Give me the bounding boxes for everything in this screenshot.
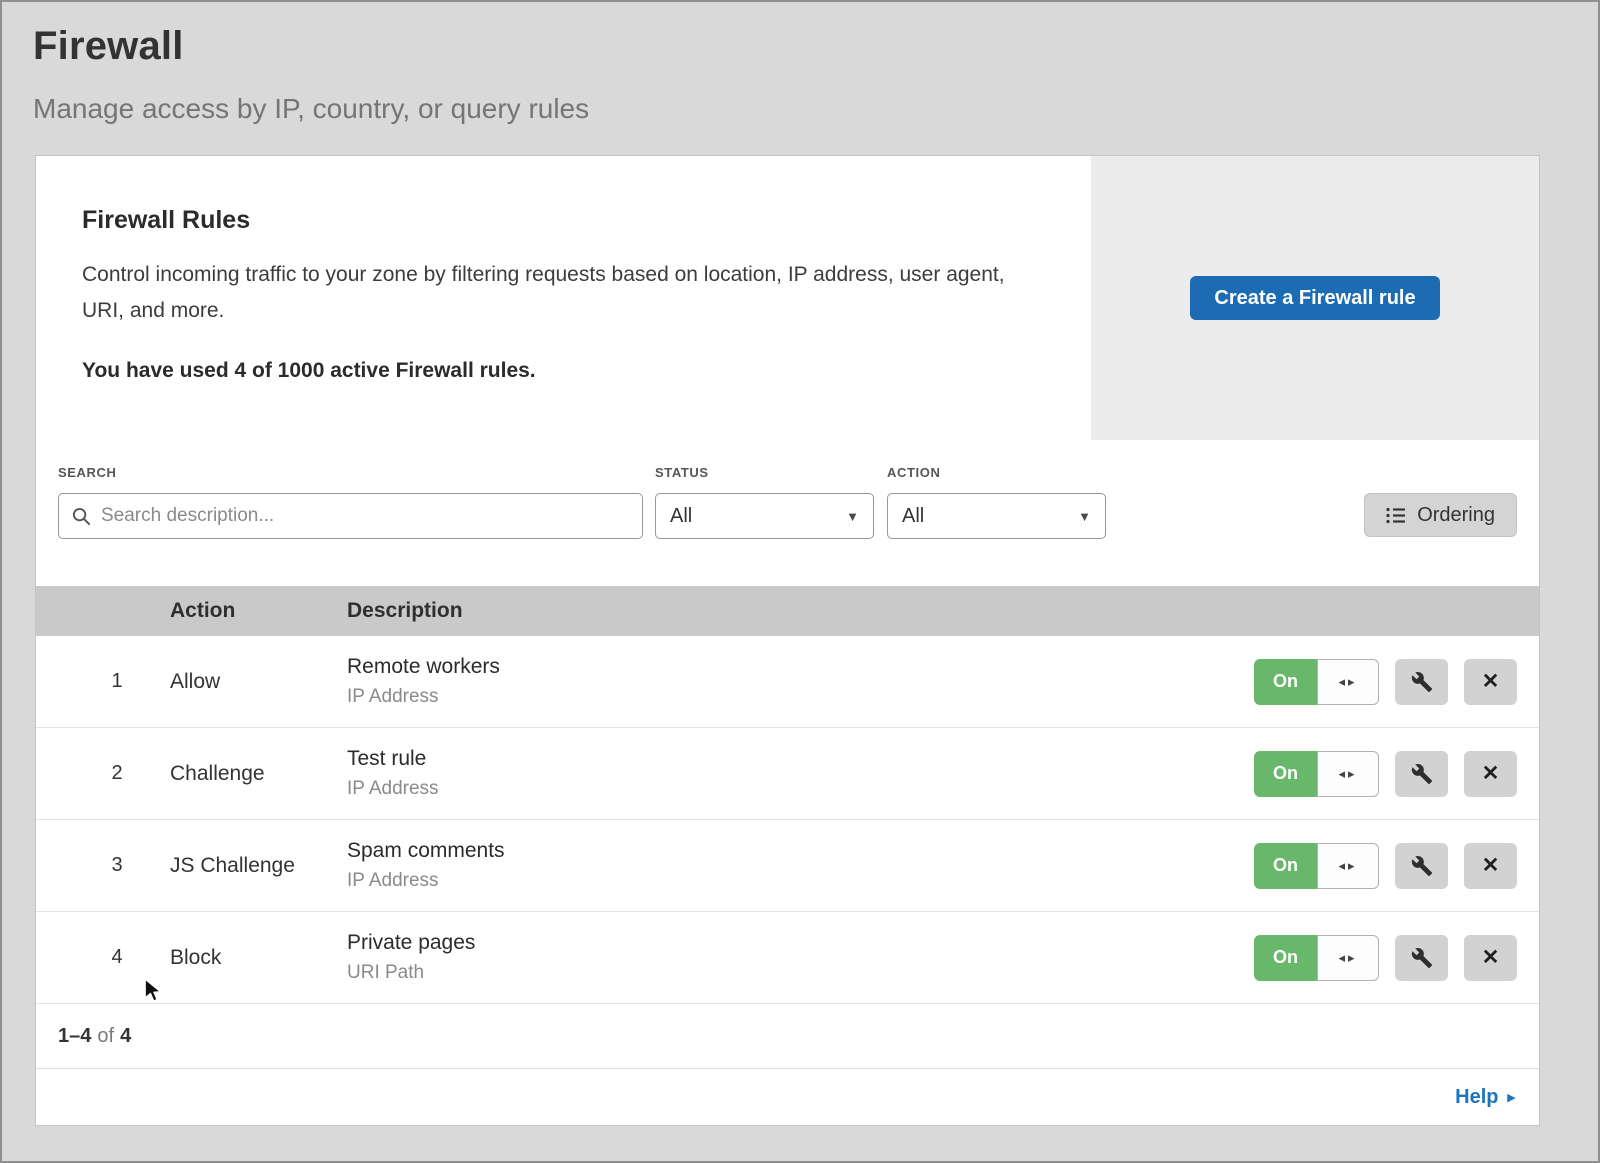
action-select-value: All <box>902 505 924 528</box>
firewall-rules-card: Firewall Rules Control incoming traffic … <box>35 155 1540 1126</box>
table-row: 1 Allow Remote workers IP Address On ◂▸ … <box>36 636 1539 728</box>
chevron-down-icon: ▼ <box>1078 509 1091 524</box>
rule-controls: On ◂▸ ✕ <box>1254 751 1517 797</box>
page-subtitle: Manage access by IP, country, or query r… <box>33 93 1598 125</box>
rule-controls: On ◂▸ ✕ <box>1254 659 1517 705</box>
filters-bar: SEARCH STATUS All ▼ ACTION <box>36 440 1539 586</box>
rule-enabled-toggle[interactable]: On ◂▸ <box>1254 843 1379 889</box>
status-label: STATUS <box>655 465 874 480</box>
help-link[interactable]: Help ▸ <box>1455 1086 1515 1109</box>
rule-description-cell: Private pages URI Path <box>347 931 1254 984</box>
status-select[interactable]: All ▼ <box>655 493 874 539</box>
pagination: 1–4 of 4 <box>36 1004 1539 1069</box>
table-header: Action Description <box>36 586 1539 636</box>
rule-priority: 3 <box>36 854 170 877</box>
delete-rule-button[interactable]: ✕ <box>1464 843 1517 889</box>
rule-description-cell: Remote workers IP Address <box>347 655 1254 708</box>
rule-enabled-toggle[interactable]: On ◂▸ <box>1254 751 1379 797</box>
rule-controls: On ◂▸ ✕ <box>1254 935 1517 981</box>
toggle-on-label: On <box>1254 843 1317 889</box>
rule-action: JS Challenge <box>170 854 347 878</box>
close-icon: ✕ <box>1482 669 1500 694</box>
edit-rule-button[interactable] <box>1395 843 1448 889</box>
close-icon: ✕ <box>1482 945 1500 970</box>
search-label: SEARCH <box>58 465 643 480</box>
search-box[interactable] <box>58 493 643 539</box>
delete-rule-button[interactable]: ✕ <box>1464 659 1517 705</box>
table-row: 2 Challenge Test rule IP Address On ◂▸ ✕ <box>36 728 1539 820</box>
search-filter-group: SEARCH <box>58 465 643 539</box>
rule-priority: 2 <box>36 762 170 785</box>
ordering-button[interactable]: Ordering <box>1364 493 1517 537</box>
overview-usage-note: You have used 4 of 1000 active Firewall … <box>82 359 1031 383</box>
rule-priority: 4 <box>36 946 170 969</box>
rule-description: Private pages <box>347 931 1254 955</box>
rule-action: Block <box>170 946 347 970</box>
ordering-button-label: Ordering <box>1417 504 1495 527</box>
toggle-on-label: On <box>1254 659 1317 705</box>
overview-description: Control incoming traffic to your zone by… <box>82 257 1027 329</box>
rule-enabled-toggle[interactable]: On ◂▸ <box>1254 659 1379 705</box>
chevron-right-icon: ▸ <box>1507 1088 1515 1106</box>
overview-text: Firewall Rules Control incoming traffic … <box>36 156 1091 440</box>
pagination-range: 1–4 <box>58 1025 91 1048</box>
delete-rule-button[interactable]: ✕ <box>1464 935 1517 981</box>
rule-match-type: IP Address <box>347 870 1254 892</box>
page-header: Firewall Manage access by IP, country, o… <box>2 2 1598 125</box>
toggle-knob-arrows-icon: ◂▸ <box>1317 935 1379 981</box>
toggle-knob-arrows-icon: ◂▸ <box>1317 659 1379 705</box>
pagination-of: of <box>97 1025 114 1048</box>
firewall-page: Firewall Manage access by IP, country, o… <box>0 0 1600 1163</box>
edit-rule-button[interactable] <box>1395 659 1448 705</box>
search-icon <box>72 507 91 526</box>
toggle-on-label: On <box>1254 935 1317 981</box>
pagination-total: 4 <box>120 1025 131 1048</box>
toggle-on-label: On <box>1254 751 1317 797</box>
edit-rule-button[interactable] <box>1395 935 1448 981</box>
overview-action-panel: Create a Firewall rule <box>1091 156 1539 440</box>
rule-match-type: IP Address <box>347 686 1254 708</box>
chevron-down-icon: ▼ <box>846 509 859 524</box>
rule-description: Spam comments <box>347 839 1254 863</box>
wrench-icon <box>1411 947 1433 969</box>
action-filter-group: ACTION All ▼ <box>887 465 1106 539</box>
delete-rule-button[interactable]: ✕ <box>1464 751 1517 797</box>
status-filter-group: STATUS All ▼ <box>655 465 874 539</box>
rule-enabled-toggle[interactable]: On ◂▸ <box>1254 935 1379 981</box>
status-select-value: All <box>670 505 692 528</box>
overview-heading: Firewall Rules <box>82 206 1031 235</box>
ordering-list-icon <box>1386 507 1406 524</box>
rule-description: Test rule <box>347 747 1254 771</box>
search-input[interactable] <box>101 505 629 527</box>
create-firewall-rule-button[interactable]: Create a Firewall rule <box>1190 276 1439 320</box>
rule-description-cell: Test rule IP Address <box>347 747 1254 800</box>
edit-rule-button[interactable] <box>1395 751 1448 797</box>
toggle-knob-arrows-icon: ◂▸ <box>1317 843 1379 889</box>
card-footer: Help ▸ <box>36 1069 1539 1125</box>
rule-match-type: IP Address <box>347 778 1254 800</box>
rule-controls: On ◂▸ ✕ <box>1254 843 1517 889</box>
rule-description-cell: Spam comments IP Address <box>347 839 1254 892</box>
close-icon: ✕ <box>1482 761 1500 786</box>
toggle-knob-arrows-icon: ◂▸ <box>1317 751 1379 797</box>
overview-section: Firewall Rules Control incoming traffic … <box>36 156 1539 440</box>
page-title: Firewall <box>33 24 1598 69</box>
close-icon: ✕ <box>1482 853 1500 878</box>
rule-match-type: URI Path <box>347 962 1254 984</box>
wrench-icon <box>1411 855 1433 877</box>
rule-priority: 1 <box>36 670 170 693</box>
rule-description: Remote workers <box>347 655 1254 679</box>
rule-action: Challenge <box>170 762 347 786</box>
table-row: 3 JS Challenge Spam comments IP Address … <box>36 820 1539 912</box>
wrench-icon <box>1411 763 1433 785</box>
action-label: ACTION <box>887 465 1106 480</box>
action-select[interactable]: All ▼ <box>887 493 1106 539</box>
table-row: 4 Block Private pages URI Path On ◂▸ ✕ <box>36 912 1539 1004</box>
column-header-action: Action <box>170 599 347 623</box>
help-link-label: Help <box>1455 1086 1498 1109</box>
rule-action: Allow <box>170 670 347 694</box>
wrench-icon <box>1411 671 1433 693</box>
column-header-description: Description <box>347 599 1539 623</box>
